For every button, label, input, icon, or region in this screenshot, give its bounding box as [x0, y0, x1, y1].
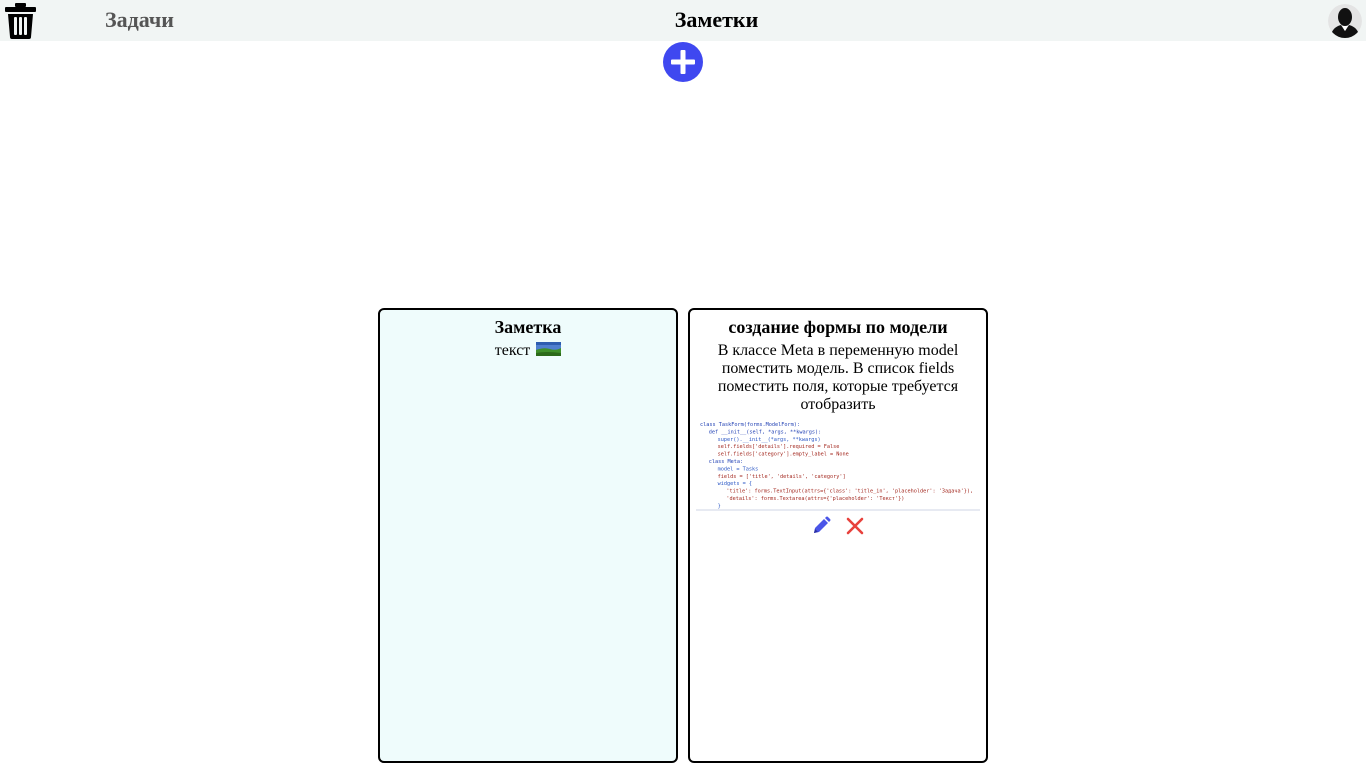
- user-avatar-icon[interactable]: [1328, 4, 1362, 38]
- landscape-thumbnail-icon: [536, 342, 562, 356]
- code-line: class TaskForm(forms.ModelForm):: [700, 422, 800, 428]
- code-screenshot-image: class TaskForm(forms.ModelForm): def __in…: [696, 420, 980, 512]
- close-icon[interactable]: [845, 516, 865, 536]
- note-text: текст: [494, 342, 531, 359]
- note-text-row: текст: [380, 342, 676, 360]
- code-line: def __init__(self, *args, **kwargs):: [709, 429, 821, 435]
- code-line: self.fields['details'].required = False: [718, 444, 840, 450]
- note-card[interactable]: создание формы по модели В классе Meta в…: [688, 308, 988, 763]
- note-text: В классе Meta в переменную model помести…: [717, 342, 959, 413]
- plus-circle-icon: [663, 42, 703, 82]
- note-actions: [690, 516, 986, 538]
- note-card[interactable]: Заметка текст: [378, 308, 678, 763]
- note-title: создание формы по модели: [728, 317, 948, 337]
- pencil-icon[interactable]: [811, 516, 831, 536]
- code-line: super().__init__(*args, **kwargs): [718, 437, 821, 443]
- code-line: }: [718, 503, 721, 509]
- note-title: Заметка: [494, 317, 562, 337]
- code-line: widgets = {: [718, 481, 752, 487]
- code-line: self.fields['category'].empty_label = No…: [718, 452, 849, 458]
- code-line: class Meta:: [709, 459, 743, 465]
- code-line: 'title': forms.TextInput(attrs={'class':…: [726, 489, 973, 495]
- code-line: model = Tasks: [718, 466, 759, 472]
- add-note-button[interactable]: [662, 41, 704, 83]
- top-bar: Задачи Заметки: [0, 0, 1366, 41]
- page-title: Заметки: [674, 7, 759, 32]
- code-line: 'details': forms.Textarea(attrs={'placeh…: [726, 496, 904, 502]
- code-line: fields = ['title', 'details', 'category'…: [718, 474, 846, 480]
